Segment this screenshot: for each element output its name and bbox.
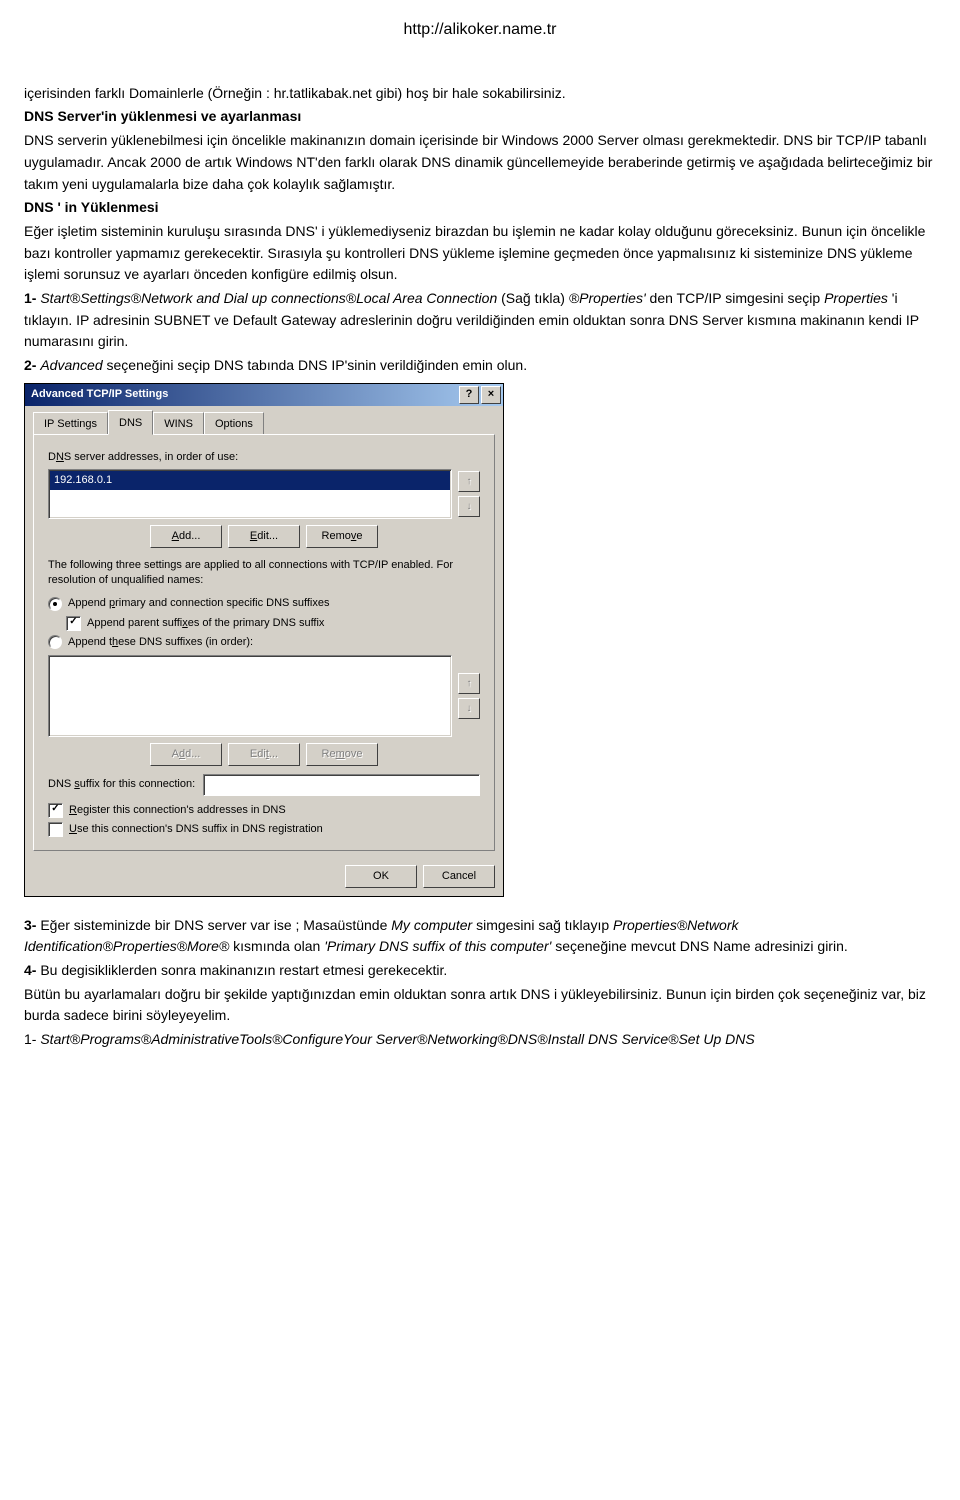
page-header-url: http://alikoker.name.tr	[24, 18, 936, 43]
radio-append-primary[interactable]: Append primary and connection specific D…	[48, 595, 480, 612]
remove-suffix-button[interactable]: Remove	[306, 743, 378, 766]
edit-suffix-button[interactable]: Edit...	[228, 743, 300, 766]
step-number: 1-	[24, 290, 40, 306]
dns-suffixes-listbox[interactable]	[48, 655, 452, 737]
step-1: 1- Start®Settings®Network and Dial up co…	[24, 288, 936, 353]
access-key: A	[172, 530, 179, 542]
body-text: DNS serverin yüklenebilmesi için öncelik…	[24, 130, 936, 195]
radio-icon	[48, 635, 62, 649]
step-3: 3- Eğer sisteminizde bir DNS server var …	[24, 915, 936, 958]
checkbox-label: Append parent suffixes of the primary DN…	[87, 615, 324, 632]
tab-options[interactable]: Options	[204, 412, 264, 435]
radio-icon	[48, 597, 62, 611]
suffix-move-up-button[interactable]: ↑	[458, 673, 480, 694]
menu-path: ®Properties'	[569, 290, 646, 306]
access-key: U	[69, 823, 77, 835]
access-key: p	[109, 597, 115, 609]
edit-server-button[interactable]: Edit...	[228, 525, 300, 548]
radio-label: Append these DNS suffixes (in order):	[68, 634, 253, 651]
tab-ip-settings[interactable]: IP Settings	[33, 412, 108, 435]
cancel-button[interactable]: Cancel	[423, 865, 495, 888]
text: seçeneğini seçip DNS tabında DNS IP'sini…	[107, 357, 528, 373]
check-register-dns[interactable]: Register this connection's addresses in …	[48, 802, 480, 819]
dialog-title: Advanced TCP/IP Settings	[31, 386, 457, 403]
text: den TCP/IP simgesini seçip	[650, 290, 825, 306]
menu-path: Advanced	[40, 357, 102, 373]
checkbox-label: Use this connection's DNS suffix in DNS …	[69, 821, 323, 838]
check-append-parent[interactable]: Append parent suffixes of the primary DN…	[66, 615, 480, 632]
menu-path: Properties	[824, 290, 888, 306]
move-up-button[interactable]: ↑	[458, 471, 480, 492]
access-key: h	[112, 636, 118, 648]
radio-label: Append primary and connection specific D…	[68, 595, 330, 612]
advanced-tcpip-dialog: Advanced TCP/IP Settings ? × IP Settings…	[24, 383, 504, 897]
access-key: d	[179, 748, 185, 760]
dns-server-item[interactable]: 192.168.0.1	[50, 471, 450, 490]
body-text: Bütün bu ayarlamaları doğru bir şekilde …	[24, 984, 936, 1027]
arrow-down-icon: ↓	[467, 501, 472, 512]
help-button[interactable]: ?	[459, 386, 479, 404]
remove-server-button[interactable]: Remove	[306, 525, 378, 548]
text: (Sağ tıkla)	[501, 290, 569, 306]
add-suffix-button[interactable]: Add...	[150, 743, 222, 766]
text: Eğer sisteminizde bir DNS server var ise…	[40, 917, 391, 933]
dns-tab-panel: DNS server addresses, in order of use: 1…	[33, 434, 495, 851]
dialog-titlebar[interactable]: Advanced TCP/IP Settings ? ×	[25, 384, 503, 406]
dns-servers-listbox[interactable]: 192.168.0.1	[48, 469, 452, 519]
step-number: 4-	[24, 962, 40, 978]
tab-strip: IP Settings DNS WINS Options	[33, 412, 495, 434]
text: Bu degisikliklerden sonra makinanızın re…	[40, 962, 447, 978]
access-key: x	[182, 617, 188, 629]
dns-servers-label: DNS server addresses, in order of use:	[48, 449, 480, 466]
checkbox-icon	[66, 616, 81, 631]
step-number: 3-	[24, 917, 40, 933]
move-down-button[interactable]: ↓	[458, 496, 480, 517]
text: seçeneğine mevcut DNS Name adresinizi gi…	[555, 938, 848, 954]
install-path: 1- Start®Programs®AdministrativeTools®Co…	[24, 1029, 936, 1051]
menu-path: 'Primary DNS suffix of this computer'	[324, 938, 551, 954]
radio-append-these[interactable]: Append these DNS suffixes (in order):	[48, 634, 480, 651]
text: kısmında olan	[233, 938, 324, 954]
access-key: t	[266, 748, 269, 760]
body-text: Eğer işletim sisteminin kuruluşu sırasın…	[24, 221, 936, 286]
text: simgesini sağ tıklayıp	[476, 917, 613, 933]
step-2: 2- Advanced seçeneğini seçip DNS tabında…	[24, 355, 936, 377]
section-heading: DNS ' in Yüklenmesi	[24, 197, 936, 219]
access-key: N	[56, 451, 64, 463]
step-4: 4- Bu degisikliklerden sonra makinanızın…	[24, 960, 936, 982]
close-button[interactable]: ×	[481, 386, 501, 404]
step-number: 2-	[24, 357, 40, 373]
three-settings-text: The following three settings are applied…	[48, 558, 480, 588]
access-key: v	[351, 530, 357, 542]
ok-button[interactable]: OK	[345, 865, 417, 888]
add-server-button[interactable]: Add...	[150, 525, 222, 548]
menu-path: Start®Settings®Network and Dial up conne…	[40, 290, 497, 306]
step-number: 1-	[24, 1031, 40, 1047]
tab-dns[interactable]: DNS	[108, 410, 153, 435]
access-key: R	[69, 804, 77, 816]
check-use-suffix[interactable]: Use this connection's DNS suffix in DNS …	[48, 821, 480, 838]
arrow-down-icon: ↓	[467, 703, 472, 714]
checkbox-icon	[48, 803, 63, 818]
access-key: m	[336, 748, 345, 760]
body-text: içerisinden farklı Domainlerle (Örneğin …	[24, 83, 936, 105]
menu-path: Start®Programs®AdministrativeTools®Confi…	[40, 1031, 754, 1047]
access-key: s	[74, 778, 80, 790]
arrow-up-icon: ↑	[467, 678, 472, 689]
checkbox-icon	[48, 822, 63, 837]
arrow-up-icon: ↑	[467, 476, 472, 487]
menu-path: My computer	[391, 917, 472, 933]
section-heading: DNS Server'in yüklenmesi ve ayarlanması	[24, 106, 936, 128]
access-key: E	[250, 530, 257, 542]
tab-wins[interactable]: WINS	[153, 412, 204, 435]
dns-suffix-input[interactable]	[203, 774, 480, 796]
checkbox-label: Register this connection's addresses in …	[69, 802, 286, 819]
help-icon: ?	[466, 389, 473, 400]
close-icon: ×	[488, 389, 494, 400]
dns-suffix-label: DNS suffix for this connection:	[48, 776, 195, 793]
suffix-move-down-button[interactable]: ↓	[458, 698, 480, 719]
